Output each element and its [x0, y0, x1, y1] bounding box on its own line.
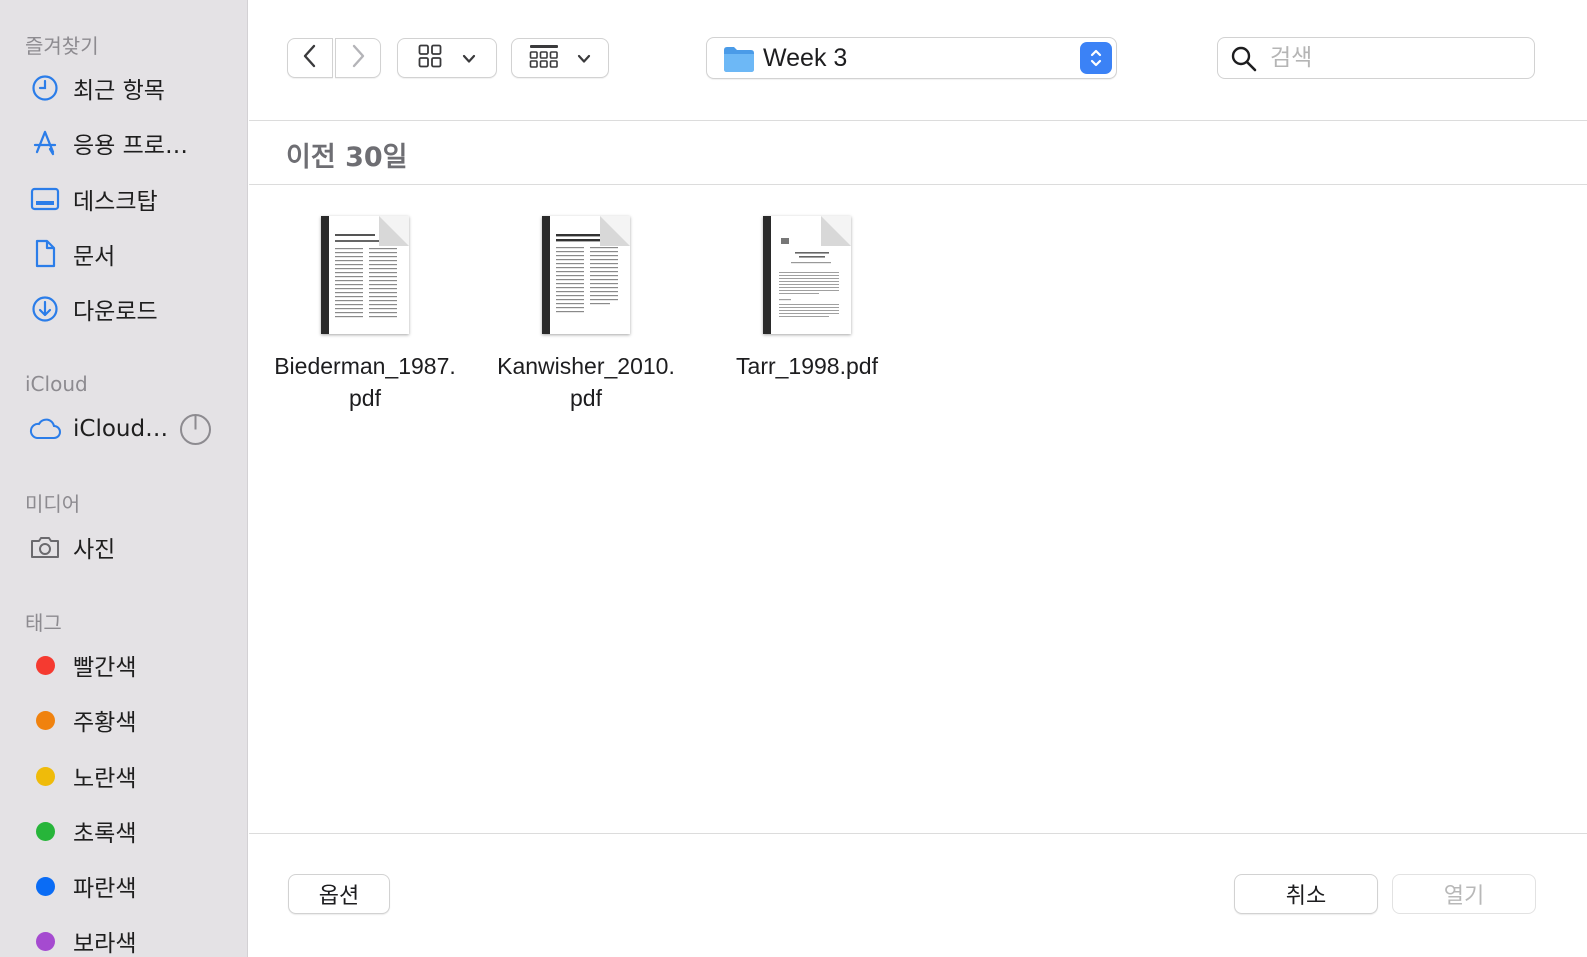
group-title: 이전 30일: [286, 142, 408, 173]
tag-green-dot-icon: [28, 814, 62, 848]
sidebar-item-label: 응용 프로…: [73, 133, 188, 159]
tag-blue-dot-icon: [28, 869, 62, 903]
pdf-thumbnail-icon: [763, 216, 851, 334]
camera-icon: [28, 530, 62, 564]
sidebar-item-label: 초록색: [73, 821, 137, 847]
pdf-thumbnail-icon: [321, 216, 409, 334]
back-button[interactable]: [287, 38, 333, 78]
tags-header: 태그: [25, 611, 62, 635]
bottom-divider: [249, 833, 1587, 834]
favorites-header: 즐겨찾기: [25, 34, 99, 58]
location-popup[interactable]: Week 3: [706, 37, 1117, 79]
folder-icon: [723, 45, 755, 77]
sidebar-item-tag-red[interactable]: 빨간색: [0, 641, 247, 689]
options-button[interactable]: 옵션: [288, 874, 390, 914]
file-item[interactable]: Kanwisher_2010. pdf: [486, 212, 686, 422]
sidebar-item-tag-yellow[interactable]: 노란색: [0, 752, 247, 800]
group-by-button[interactable]: [511, 38, 609, 78]
icloud-header: iCloud: [25, 372, 88, 396]
forward-button[interactable]: [335, 38, 381, 78]
sidebar-item-tag-orange[interactable]: 주황색: [0, 696, 247, 744]
sidebar-item-applications[interactable]: 응용 프로…: [0, 119, 247, 167]
sidebar-item-label: 빨간색: [73, 655, 137, 681]
sidebar-item-label: 노란색: [73, 766, 137, 792]
sidebar-item-label: 다운로드: [73, 299, 158, 325]
file-name: Biederman_1987. pdf: [274, 353, 456, 411]
sync-progress-icon: [179, 413, 212, 450]
chevron-right-icon: [350, 43, 366, 73]
location-label: Week 3: [763, 44, 848, 72]
sidebar-item-recents[interactable]: 최근 항목: [0, 64, 247, 112]
sidebar-item-documents[interactable]: 문서: [0, 230, 247, 278]
pdf-thumbnail-icon: [542, 216, 630, 334]
sidebar-item-label: 데스크탑: [73, 189, 158, 215]
tag-purple-dot-icon: [28, 924, 62, 957]
sidebar-item-label: 문서: [73, 244, 116, 270]
tag-yellow-dot-icon: [28, 759, 62, 793]
sidebar-item-label: 보라색: [73, 931, 137, 957]
sidebar-item-desktop[interactable]: 데스크탑: [0, 175, 247, 223]
file-item[interactable]: Biederman_1987. pdf: [265, 212, 465, 422]
desktop-icon: [28, 182, 62, 216]
chevron-down-icon: [462, 49, 476, 68]
sidebar-item-label: 파란색: [73, 876, 137, 902]
tag-red-dot-icon: [28, 648, 62, 682]
document-icon: [28, 237, 62, 271]
chevron-left-icon: [302, 43, 318, 73]
search-icon: [1230, 45, 1258, 77]
icon-view-grid-icon: [418, 44, 442, 72]
open-button[interactable]: 열기: [1392, 874, 1536, 914]
app-store-icon: [28, 126, 62, 160]
toolbar: Week 3: [249, 0, 1587, 121]
cancel-button[interactable]: 취소: [1234, 874, 1378, 914]
download-icon: [28, 292, 62, 326]
sidebar-item-downloads[interactable]: 다운로드: [0, 285, 247, 333]
cloud-icon: [28, 412, 62, 446]
sidebar: 즐겨찾기 최근 항목 응용 프로… 데스크탑 문서 다운로드 iCloud iC…: [0, 0, 248, 957]
search-input[interactable]: [1270, 42, 1520, 74]
sidebar-item-icloud-drive[interactable]: iCloud…: [0, 405, 247, 453]
media-header: 미디어: [25, 492, 81, 516]
group-header: 이전 30일: [249, 121, 1587, 185]
chevron-down-icon: [577, 49, 591, 68]
view-mode-button[interactable]: [397, 38, 497, 78]
sidebar-item-label: iCloud…: [73, 416, 169, 442]
file-name: Kanwisher_2010. pdf: [497, 353, 675, 411]
sidebar-item-label: 사진: [73, 537, 116, 563]
popup-stepper-icon: [1080, 42, 1112, 74]
sidebar-item-photos[interactable]: 사진: [0, 523, 247, 571]
search-field[interactable]: [1217, 37, 1535, 79]
sidebar-item-label: 주황색: [73, 710, 137, 736]
file-item[interactable]: Tarr_1998.pdf: [707, 212, 907, 422]
sidebar-item-tag-purple[interactable]: 보라색: [0, 917, 247, 957]
group-grid-icon: [529, 44, 559, 72]
clock-icon: [28, 71, 62, 105]
sidebar-item-tag-green[interactable]: 초록색: [0, 807, 247, 855]
tag-orange-dot-icon: [28, 703, 62, 737]
file-name: Tarr_1998.pdf: [736, 353, 878, 379]
sidebar-item-label: 최근 항목: [73, 78, 165, 104]
sidebar-item-tag-blue[interactable]: 파란색: [0, 862, 247, 910]
